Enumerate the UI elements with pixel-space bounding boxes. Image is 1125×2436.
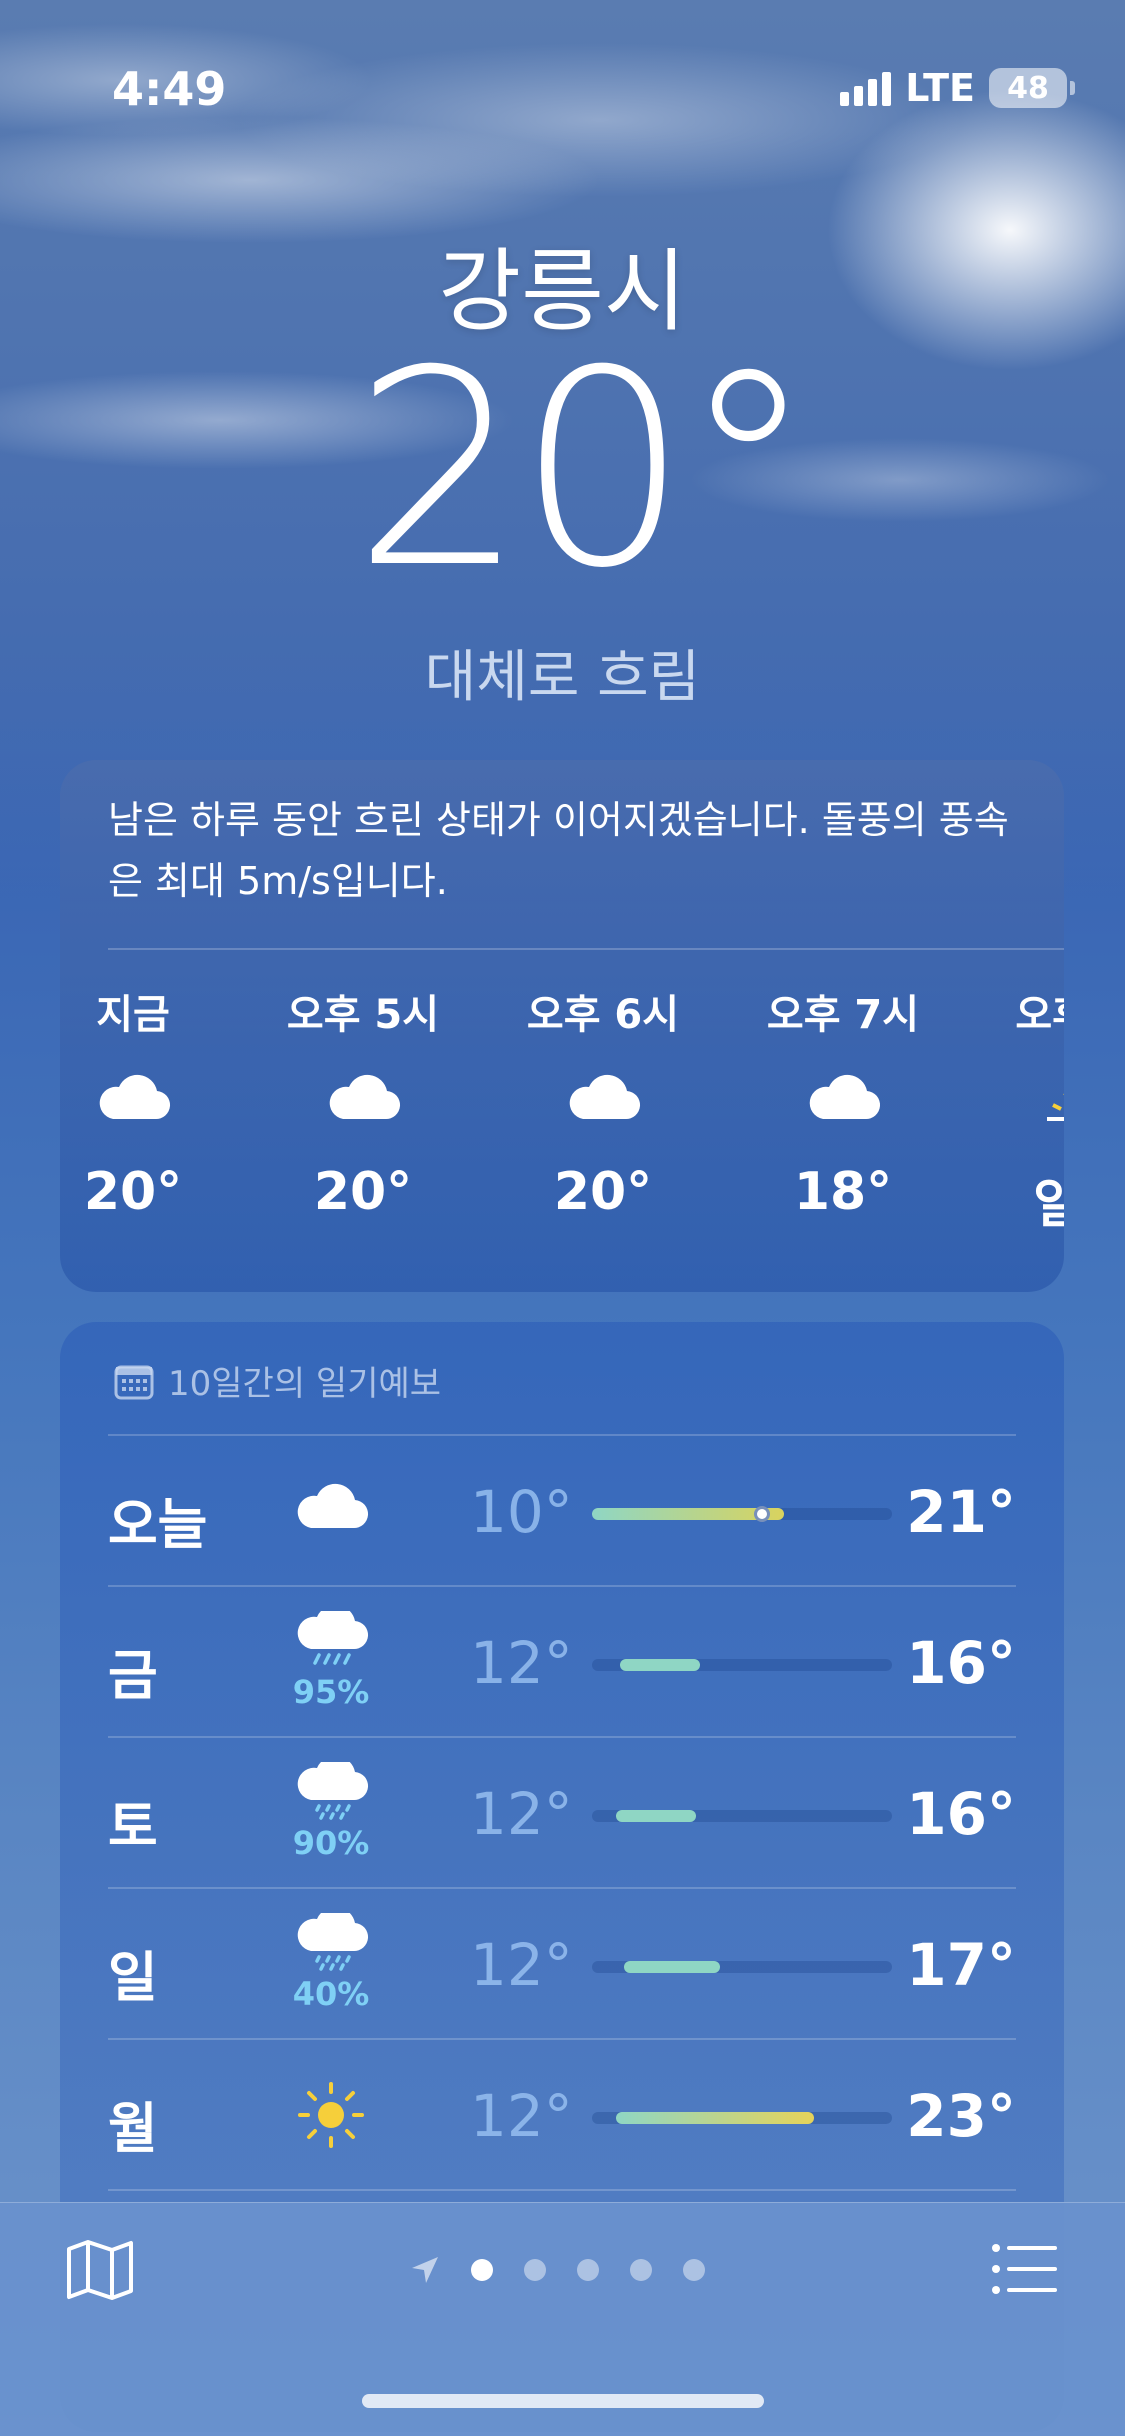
forecast-summary: 남은 하루 동안 흐린 상태가 이어지겠습니다. 돌풍의 풍속은 최대 5m/s… bbox=[108, 798, 1009, 903]
map-icon[interactable] bbox=[66, 2239, 134, 2305]
temperature-range-bar bbox=[592, 2112, 892, 2124]
battery-icon: 48 bbox=[989, 68, 1075, 108]
status-bar: 4:49 LTE 48 bbox=[0, 60, 1125, 120]
page-dot[interactable] bbox=[471, 2259, 493, 2281]
list-icon[interactable] bbox=[991, 2243, 1057, 2299]
temperature-range-bar bbox=[592, 1659, 892, 1671]
cloud-rain-icon: 90% bbox=[286, 1755, 376, 1862]
forecast-row[interactable]: 월 12° 23° bbox=[108, 2040, 1016, 2191]
sun-icon bbox=[286, 2080, 376, 2154]
cloud-icon bbox=[60, 1042, 218, 1152]
signal-icon bbox=[840, 70, 892, 106]
cloud-icon bbox=[278, 1042, 448, 1152]
home-indicator[interactable] bbox=[362, 2394, 764, 2408]
current-condition: 대체로 흐림 bbox=[424, 645, 701, 710]
temperature-range-bar bbox=[592, 1961, 892, 1973]
hour-item: 오후 5시 20° bbox=[278, 982, 448, 1222]
hour-item: 오후 7: 일몰 bbox=[996, 982, 1064, 1237]
sunset-icon bbox=[996, 1042, 1064, 1152]
hourly-list[interactable]: 지금 20° 오후 5시 20° 오후 6시 20° 오후 7시 18° 오 일 bbox=[60, 982, 1064, 1272]
forecast-row-today[interactable]: 오늘 10° 21° bbox=[108, 1436, 1016, 1587]
cloud-rain-icon: 95% bbox=[286, 1604, 376, 1711]
temperature-range-bar bbox=[592, 1506, 892, 1522]
forecast-row[interactable]: 토 90% 12° 16° bbox=[108, 1738, 1016, 1889]
location-arrow-icon bbox=[412, 2257, 438, 2283]
current-temperature: 20° bbox=[353, 312, 816, 627]
cloud-icon bbox=[518, 1042, 688, 1152]
page-dot[interactable] bbox=[524, 2259, 546, 2281]
page-dot[interactable] bbox=[577, 2259, 599, 2281]
calendar-icon bbox=[114, 1365, 154, 1399]
page-dot[interactable] bbox=[683, 2259, 705, 2281]
network-label: LTE bbox=[905, 66, 975, 110]
cloud-icon bbox=[286, 1480, 376, 1534]
cloud-rain-icon: 40% bbox=[286, 1906, 376, 2013]
forecast-row[interactable]: 금 95% 12° 16° bbox=[108, 1587, 1016, 1738]
hour-item: 지금 20° bbox=[60, 982, 218, 1222]
forecast-header-label: 10일간의 일기예보 bbox=[168, 1364, 442, 1404]
battery-level: 48 bbox=[1007, 70, 1049, 106]
status-time: 4:49 bbox=[112, 62, 227, 116]
hour-item: 오후 7시 18° bbox=[758, 982, 928, 1222]
cloud-icon bbox=[758, 1042, 928, 1152]
page-indicator[interactable] bbox=[410, 2255, 705, 2285]
forecast-header: 10일간의 일기예보 bbox=[114, 1356, 441, 1405]
hour-item: 오후 6시 20° bbox=[518, 982, 688, 1222]
temperature-range-bar bbox=[592, 1810, 892, 1822]
hourly-forecast-card[interactable]: 남은 하루 동안 흐린 상태가 이어지겠습니다. 돌풍의 풍속은 최대 5m/s… bbox=[60, 760, 1064, 1292]
forecast-row[interactable]: 일 40% 12° 17° bbox=[108, 1889, 1016, 2040]
divider bbox=[108, 948, 1064, 950]
page-dot[interactable] bbox=[630, 2259, 652, 2281]
